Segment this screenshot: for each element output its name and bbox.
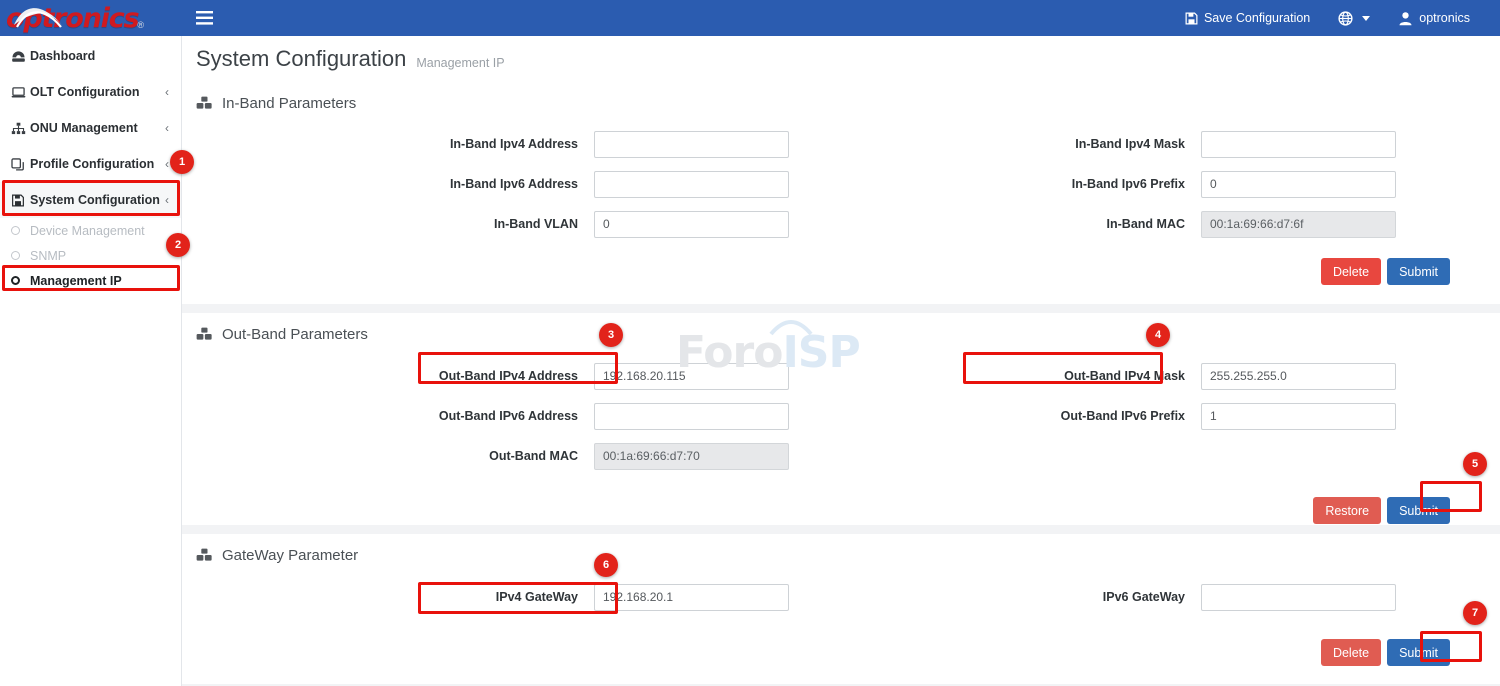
form-row: Out-Band IPv6 Address Out-Band IPv6 Pref…: [182, 396, 1500, 436]
out-band-mac-label: Out-Band MAC: [182, 449, 594, 463]
user-menu[interactable]: optronics: [1384, 0, 1484, 36]
chevron-left-icon: ‹: [165, 121, 169, 135]
brand-registered-mark: ®: [137, 20, 144, 30]
sidebar-item-label: Dashboard: [30, 49, 169, 63]
in-band-vlan-label: In-Band VLAN: [182, 217, 594, 231]
sidebar-item-dashboard[interactable]: Dashboard: [0, 38, 181, 74]
out-band-section-title: Out-Band Parameters: [182, 313, 1500, 343]
top-navbar: optronics ® Save Configuration: [0, 0, 1500, 36]
sidebar-item-label: System Configuration: [30, 193, 165, 207]
in-band-delete-button[interactable]: Delete: [1321, 258, 1381, 285]
in-band-section-title: In-Band Parameters: [182, 82, 1500, 112]
chevron-left-icon: ‹: [165, 157, 169, 171]
in-band-ipv4-mask-input[interactable]: [1201, 131, 1396, 158]
circle-icon: [11, 226, 30, 235]
sidebar-item-label: Profile Configuration: [30, 157, 165, 171]
form-row: Out-Band IPv4 Address Out-Band IPv4 Mask: [182, 356, 1500, 396]
out-band-restore-button[interactable]: Restore: [1313, 497, 1381, 524]
out-band-ipv4-address-input[interactable]: [594, 363, 789, 390]
brand-logo[interactable]: optronics ®: [0, 0, 182, 36]
globe-icon: [1338, 11, 1353, 26]
sidebar-item-onu-management[interactable]: ONU Management ‹: [0, 110, 181, 146]
language-selector[interactable]: [1324, 0, 1384, 36]
chevron-left-icon: ‹: [165, 85, 169, 99]
out-band-ipv6-address-input[interactable]: [594, 403, 789, 430]
in-band-ipv6-prefix-input[interactable]: [1201, 171, 1396, 198]
hamburger-icon[interactable]: [182, 0, 226, 36]
sidebar-item-system-configuration[interactable]: System Configuration ‹: [0, 182, 181, 218]
circle-icon: [11, 251, 30, 260]
out-band-ipv6-prefix-label: Out-Band IPv6 Prefix: [841, 409, 1201, 423]
in-band-ipv4-address-input[interactable]: [594, 131, 789, 158]
in-band-ipv4-mask-label: In-Band Ipv4 Mask: [841, 137, 1201, 151]
chevron-left-icon: ‹: [165, 193, 169, 207]
form-row: In-Band Ipv6 Address In-Band Ipv6 Prefix: [182, 164, 1500, 204]
out-band-submit-button[interactable]: Submit: [1387, 497, 1450, 524]
breadcrumb: Management IP: [416, 49, 504, 70]
sidebar-subitem-label: Device Management: [30, 224, 145, 238]
form-row: Out-Band MAC: [182, 436, 1500, 476]
out-band-parameters-card: Out-Band Parameters Out-Band IPv4 Addres…: [182, 313, 1500, 525]
sidebar-subitem-label: Management IP: [30, 274, 122, 288]
save-floppy-icon: [11, 194, 30, 207]
user-icon: [1398, 11, 1413, 26]
in-band-mac-label: In-Band MAC: [841, 217, 1201, 231]
in-band-ipv4-address-label: In-Band Ipv4 Address: [182, 137, 594, 151]
gateway-delete-button[interactable]: Delete: [1321, 639, 1381, 666]
save-configuration-button[interactable]: Save Configuration: [1171, 0, 1324, 36]
form-row: In-Band Ipv4 Address In-Band Ipv4 Mask: [182, 124, 1500, 164]
sidebar-subitem-label: SNMP: [30, 249, 66, 263]
sidebar-subitem-snmp[interactable]: SNMP: [0, 243, 181, 268]
out-band-ipv6-address-label: Out-Band IPv6 Address: [182, 409, 594, 423]
gateway-section-title: GateWay Parameter: [182, 534, 1500, 564]
dashboard-icon: [11, 50, 30, 63]
out-band-ipv4-mask-input[interactable]: [1201, 363, 1396, 390]
sidebar-subitem-management-ip[interactable]: Management IP: [0, 268, 181, 293]
sitemap-icon: [11, 122, 30, 135]
user-name-label: optronics: [1419, 11, 1470, 25]
section-divider-1: [182, 304, 1500, 313]
in-band-vlan-input[interactable]: [594, 211, 789, 238]
ipv4-gateway-label: IPv4 GateWay: [182, 590, 594, 604]
cubes-icon: [196, 96, 213, 111]
section-title-label: GateWay Parameter: [222, 547, 358, 564]
sidebar: Dashboard OLT Configuration ‹ ONU Manage…: [0, 36, 182, 686]
sidebar-item-label: ONU Management: [30, 121, 165, 135]
form-row: In-Band VLAN In-Band MAC: [182, 204, 1500, 244]
in-band-parameters-card: In-Band Parameters In-Band Ipv4 Address …: [182, 82, 1500, 304]
section-title-label: Out-Band Parameters: [222, 326, 368, 343]
cubes-icon: [196, 548, 213, 563]
out-band-ipv6-prefix-input[interactable]: [1201, 403, 1396, 430]
out-band-mac-input: [594, 443, 789, 470]
out-band-ipv4-address-label: Out-Band IPv4 Address: [182, 369, 594, 383]
main-content: ForoISP System Configuration Management …: [182, 36, 1500, 686]
save-floppy-icon: [1185, 12, 1198, 25]
brand-name: optronics: [6, 5, 138, 32]
ipv6-gateway-label: IPv6 GateWay: [841, 590, 1201, 604]
chevron-down-icon: [1362, 16, 1370, 21]
in-band-submit-button[interactable]: Submit: [1387, 258, 1450, 285]
in-band-ipv6-prefix-label: In-Band Ipv6 Prefix: [841, 177, 1201, 191]
circle-icon: [11, 276, 30, 285]
laptop-icon: [11, 86, 30, 99]
save-configuration-label: Save Configuration: [1204, 11, 1310, 25]
ipv6-gateway-input[interactable]: [1201, 584, 1396, 611]
page-header: System Configuration Management IP: [182, 36, 1500, 82]
ipv4-gateway-input[interactable]: [594, 584, 789, 611]
in-band-ipv6-address-input[interactable]: [594, 171, 789, 198]
in-band-mac-input: [1201, 211, 1396, 238]
cubes-icon: [196, 327, 213, 342]
in-band-ipv6-address-label: In-Band Ipv6 Address: [182, 177, 594, 191]
gateway-parameter-card: GateWay Parameter IPv4 GateWay IPv6 Gate…: [182, 534, 1500, 684]
sidebar-item-label: OLT Configuration: [30, 85, 165, 99]
sidebar-subitem-device-management[interactable]: Device Management: [0, 218, 181, 243]
form-row: IPv4 GateWay IPv6 GateWay: [182, 577, 1500, 617]
sidebar-item-olt-configuration[interactable]: OLT Configuration ‹: [0, 74, 181, 110]
copy-icon: [11, 158, 30, 171]
section-title-label: In-Band Parameters: [222, 95, 356, 112]
gateway-submit-button[interactable]: Submit: [1387, 639, 1450, 666]
page-title: System Configuration: [196, 46, 406, 72]
out-band-ipv4-mask-label: Out-Band IPv4 Mask: [841, 369, 1201, 383]
sidebar-item-profile-configuration[interactable]: Profile Configuration ‹: [0, 146, 181, 182]
